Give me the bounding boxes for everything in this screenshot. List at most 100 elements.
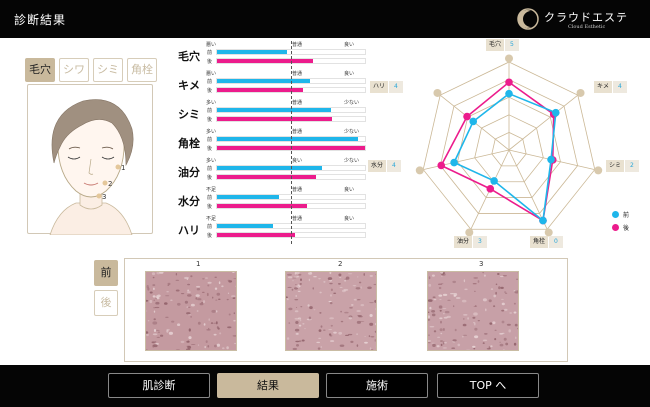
skin-texture-speck bbox=[438, 305, 443, 309]
scale-mid: 良い bbox=[292, 158, 303, 164]
skin-texture-speck bbox=[205, 277, 208, 279]
skin-texture-speck bbox=[439, 317, 443, 320]
tab-spots[interactable]: シミ bbox=[93, 58, 123, 82]
skin-texture-speck bbox=[440, 332, 443, 335]
skin-texture-speck bbox=[149, 291, 153, 294]
skin-texture-speck bbox=[317, 347, 321, 350]
skin-texture-speck bbox=[234, 285, 236, 287]
skin-texture-2 bbox=[286, 272, 376, 350]
tab-keratin[interactable]: 角栓 bbox=[127, 58, 157, 82]
skin-texture-speck bbox=[369, 275, 373, 277]
after-bar bbox=[217, 59, 314, 63]
skin-texture-speck bbox=[494, 338, 497, 341]
scale-high: 少ない bbox=[344, 158, 360, 164]
skin-texture-speck bbox=[175, 272, 178, 276]
skin-photo-3[interactable] bbox=[427, 271, 519, 351]
skin-texture-speck bbox=[187, 340, 190, 343]
skin-texture-speck bbox=[212, 296, 214, 299]
skin-texture-speck bbox=[499, 341, 501, 343]
before-bar bbox=[217, 224, 274, 228]
skin-texture-speck bbox=[431, 342, 435, 344]
skin-texture-speck bbox=[201, 291, 205, 293]
skin-texture-speck bbox=[454, 328, 457, 332]
skin-texture-speck bbox=[151, 272, 156, 276]
before-bar bbox=[217, 195, 280, 199]
skin-texture-speck bbox=[514, 290, 518, 294]
scale-low: 不足 bbox=[206, 187, 217, 193]
after-tag: 後 bbox=[207, 88, 213, 94]
skin-texture-speck bbox=[474, 350, 476, 351]
skin-texture-speck bbox=[443, 313, 445, 315]
skin-texture-speck bbox=[202, 278, 205, 280]
skin-texture-speck bbox=[323, 329, 326, 331]
skin-texture-speck bbox=[350, 340, 354, 343]
skin-texture-speck bbox=[488, 346, 491, 349]
skin-photo-2[interactable] bbox=[285, 271, 377, 351]
skin-texture-speck bbox=[474, 327, 478, 331]
skin-texture-speck bbox=[338, 331, 343, 335]
top-button[interactable]: TOP へ bbox=[437, 373, 539, 398]
skin-texture-speck bbox=[440, 320, 442, 324]
skin-texture-speck bbox=[295, 307, 298, 308]
skin-texture-speck bbox=[195, 294, 200, 297]
treatment-button[interactable]: 施術 bbox=[326, 373, 428, 398]
skin-texture-speck bbox=[190, 344, 196, 345]
tab-wrinkles[interactable]: シワ bbox=[59, 58, 89, 82]
skin-texture-speck bbox=[340, 310, 342, 313]
skin-texture-speck bbox=[218, 281, 221, 285]
skin-texture-speck bbox=[492, 321, 496, 325]
skin-texture-speck bbox=[493, 294, 496, 298]
skin-texture-speck bbox=[439, 309, 442, 312]
skin-texture-speck bbox=[357, 315, 362, 317]
face-point-2[interactable] bbox=[102, 180, 108, 186]
skin-texture-speck bbox=[152, 284, 156, 286]
before-tag: 前 bbox=[207, 224, 213, 230]
skin-texture-speck bbox=[356, 320, 361, 324]
before-button[interactable]: 前 bbox=[94, 260, 118, 286]
skin-texture-speck bbox=[231, 295, 236, 298]
skin-texture-speck bbox=[440, 283, 444, 285]
skin-texture-speck bbox=[227, 326, 232, 329]
after-bar bbox=[217, 204, 308, 208]
skin-diagnosis-button[interactable]: 肌診断 bbox=[108, 373, 210, 398]
tab-pores[interactable]: 毛穴 bbox=[25, 58, 55, 82]
skin-texture-speck bbox=[309, 306, 313, 310]
skin-photo-1[interactable] bbox=[145, 271, 237, 351]
scale-mid: 普通 bbox=[292, 100, 303, 106]
skin-texture-speck bbox=[343, 288, 349, 291]
face-point-1[interactable] bbox=[115, 164, 121, 170]
skin-texture-speck bbox=[442, 347, 447, 349]
bar-label: 油分 bbox=[178, 166, 200, 179]
skin-texture-speck bbox=[196, 288, 201, 291]
skin-texture-speck bbox=[333, 331, 337, 334]
skin-texture-speck bbox=[356, 310, 361, 312]
brand-subtitle: Cloud Esthetic bbox=[568, 24, 606, 30]
skin-texture-speck bbox=[499, 343, 504, 347]
results-button[interactable]: 結果 bbox=[217, 373, 319, 398]
bar-label: キメ bbox=[178, 79, 200, 92]
scale-mid: 普通 bbox=[292, 129, 303, 135]
skin-texture-speck bbox=[203, 323, 206, 326]
after-bar bbox=[217, 175, 317, 179]
skin-texture-speck bbox=[433, 330, 437, 333]
skin-texture-speck bbox=[153, 287, 155, 291]
skin-texture-speck bbox=[515, 336, 517, 340]
before-bar bbox=[217, 166, 323, 170]
skin-texture-speck bbox=[288, 307, 293, 311]
skin-texture-speck bbox=[364, 336, 366, 337]
skin-texture-speck bbox=[369, 322, 374, 326]
skin-texture-speck bbox=[514, 323, 518, 327]
skin-texture-speck bbox=[157, 331, 161, 333]
skin-texture-speck bbox=[175, 279, 180, 281]
scale-high: 良い bbox=[344, 42, 355, 48]
after-bar bbox=[217, 88, 303, 92]
skin-texture-speck bbox=[318, 278, 321, 280]
skin-texture-speck bbox=[167, 282, 171, 286]
skin-texture-speck bbox=[171, 320, 175, 323]
after-button[interactable]: 後 bbox=[94, 290, 118, 316]
face-point-3[interactable] bbox=[96, 193, 102, 199]
skin-texture-speck bbox=[294, 299, 299, 301]
skin-texture-speck bbox=[295, 333, 299, 335]
skin-texture-speck bbox=[153, 299, 155, 301]
skin-texture-speck bbox=[197, 298, 202, 301]
